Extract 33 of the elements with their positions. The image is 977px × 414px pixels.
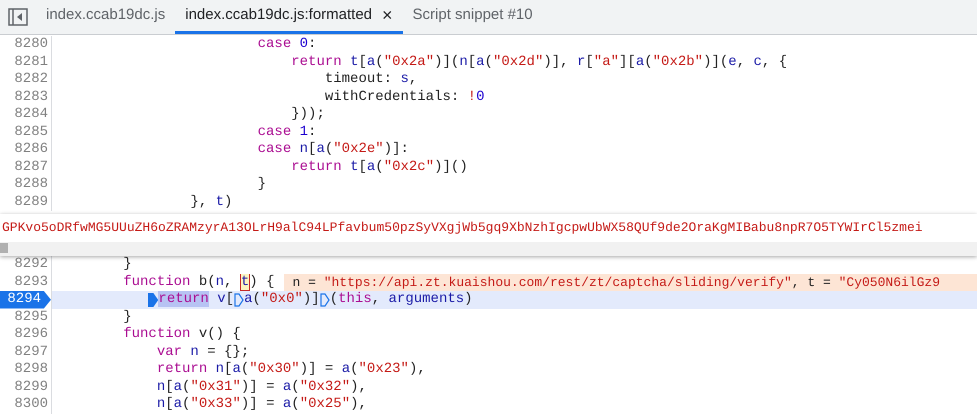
code-text: a("0x0")]: [244, 291, 320, 308]
toggle-sidebar-icon[interactable]: [8, 8, 28, 26]
code-line: case 1:: [256, 124, 316, 141]
code-text: return v[: [158, 291, 234, 308]
code-text: (this, arguments): [330, 291, 473, 308]
breakpoint-marker-icon[interactable]: [320, 292, 330, 307]
inline-value: n = "https://api.zt.kuaishou.com/rest/zt/captcha/sliding/verify", t = "Cy050N6ilGz9: [284, 274, 977, 291]
code-line: n[a("0x33")] = a("0x25"),: [156, 396, 367, 414]
code-line: return t[a("0x2a")](n[a("0x2d")], r["a"][a("0x2b")](e, c, {: [290, 54, 788, 71]
current-line-number[interactable]: 8294: [0, 291, 51, 308]
code-line: }: [122, 256, 132, 274]
editor-tab[interactable]: index.ccab19dc.js: [36, 0, 176, 34]
code-line: case 0:: [256, 36, 316, 54]
code-line: function b(n, t) {: [122, 274, 274, 291]
code-line: }: [122, 308, 132, 326]
breakpoint-marker-icon[interactable]: [234, 292, 244, 307]
code-line: return n[a("0x30")] = a("0x23"),: [156, 361, 426, 378]
code-line: }));: [290, 106, 325, 124]
popup-value: GPKvo5oDRfwMG5UUuZH6oZRAMzyrA13OLrH9alC94LPfavbum50pzSyVXgjWb5gq9XbNzhIgcpwUbWX58QUf9de2OraKgMIBabu8npR7O5TYWIrCl5zmei: [1, 219, 923, 238]
code-line: n[a("0x31")] = a("0x32"),: [156, 378, 367, 396]
close-icon[interactable]: ×: [382, 6, 393, 24]
code-line: timeout: s,: [324, 71, 418, 88]
scrollbar-thumb[interactable]: [0, 243, 8, 253]
code-line: return t[a("0x2c")](): [290, 158, 468, 176]
editor-tab[interactable]: index.ccab19dc.js:formatted ×: [175, 0, 403, 34]
code-line: case n[a("0x2e")]:: [256, 141, 409, 158]
code-line: }: [256, 176, 266, 194]
code-line: withCredentials: !0: [324, 88, 484, 106]
code-line: }, t): [189, 194, 232, 211]
editor-tab[interactable]: Script snippet #10: [402, 0, 543, 34]
scrollbar[interactable]: [0, 242, 977, 256]
code-line: function v() {: [122, 326, 241, 344]
code-line: var n = {};: [156, 344, 250, 361]
